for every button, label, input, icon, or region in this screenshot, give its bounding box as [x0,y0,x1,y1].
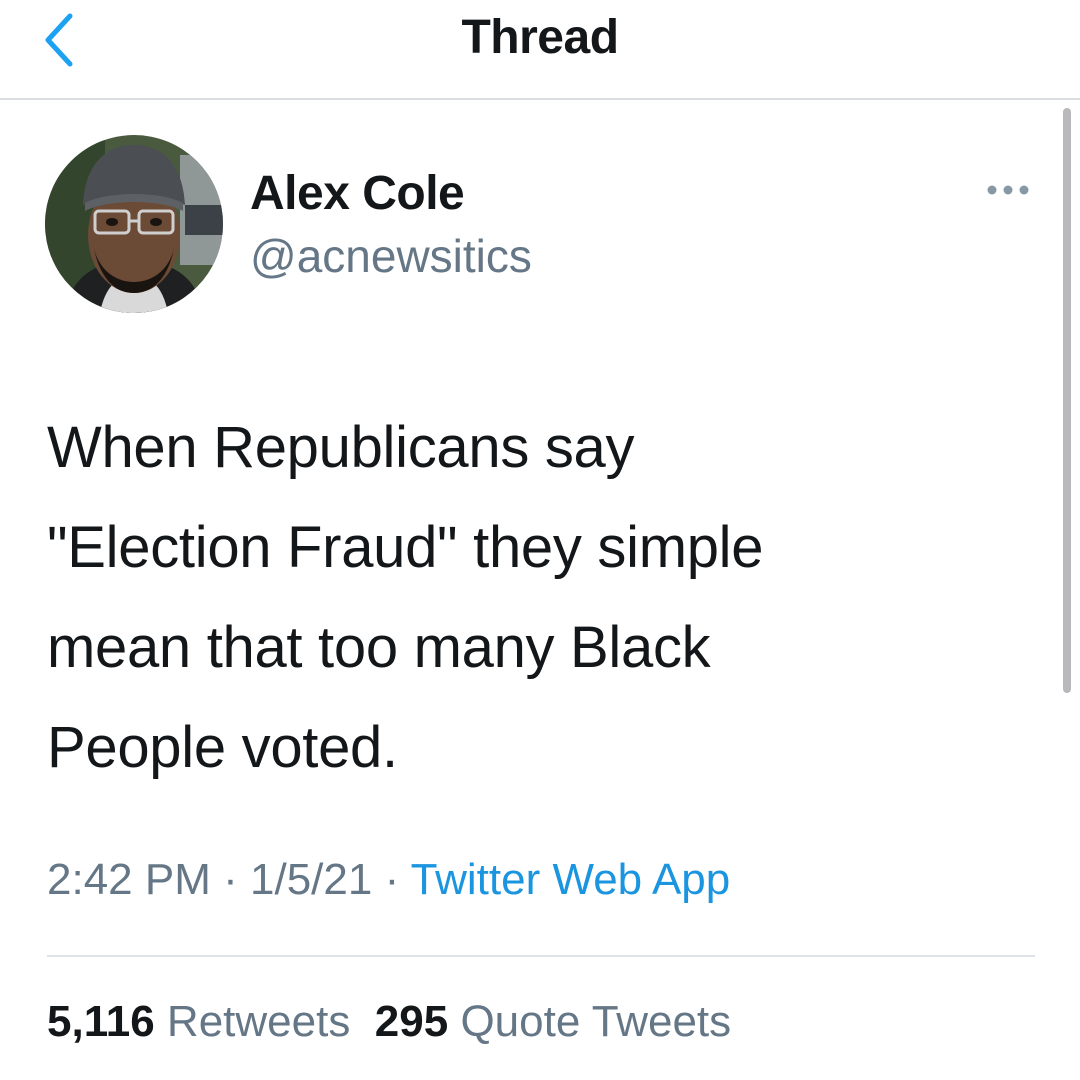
author-name[interactable]: Alex Cole [250,166,465,221]
tweet-text: When Republicans say "Election Fraud" th… [47,398,1007,798]
tweet-source-link[interactable]: Twitter Web App [411,855,731,904]
retweets-count: 5,116 [47,997,155,1046]
tweet-date: 1/5/21 [250,855,373,904]
quote-tweets-count: 295 [374,997,449,1046]
tweet-metadata: 2:42 PM · 1/5/21 · Twitter Web App [47,855,730,905]
retweets-label: Retweets [166,997,351,1046]
quote-tweets-stat[interactable]: 295 Quote Tweets [375,997,731,1046]
tweet-text-line: mean that too many Black [47,615,711,680]
top-bar: Thread [0,0,1080,100]
divider [47,955,1035,957]
avatar-photo [45,135,223,313]
page-title: Thread [461,11,619,64]
meta-separator: · [384,855,400,904]
meta-separator: · [223,855,238,904]
tweet-text-line: "Election Fraud" they simple [47,515,764,580]
retweets-stat[interactable]: 5,116 Retweets [47,997,350,1046]
more-horizontal-icon [987,185,1029,195]
tweet-stats: 5,116 Retweets 295 Quote Tweets [47,997,731,1047]
tweet-text-line: When Republicans say [47,415,635,480]
tweet-time: 2:42 PM [47,855,211,904]
avatar[interactable] [45,135,223,313]
tweet-text-line: People voted. [47,715,398,780]
author-handle: @acnewsitics [250,230,532,282]
more-options-button[interactable] [978,170,1038,210]
scrollbar[interactable] [1063,108,1071,693]
quote-tweets-label: Quote Tweets [460,997,732,1046]
